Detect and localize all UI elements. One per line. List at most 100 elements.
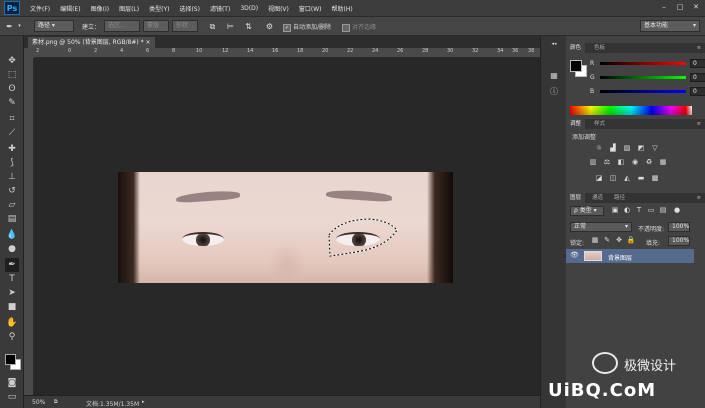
layer-filter-select[interactable]: ρ 类型 ▾	[570, 206, 604, 216]
tab-styles[interactable]: 样式	[590, 119, 609, 129]
make-shape-button[interactable]: 形状	[172, 20, 198, 32]
photo-filter-icon[interactable]: ◉	[630, 158, 640, 167]
path-selection-overlay[interactable]	[118, 172, 453, 283]
blend-mode-select[interactable]: 正常 ▾	[570, 222, 632, 232]
black-white-icon[interactable]: ◧	[616, 158, 626, 167]
status-share-icon[interactable]: ⧉	[54, 399, 58, 405]
marquee-tool-icon[interactable]: ⬚	[5, 68, 19, 82]
opacity-input[interactable]: 100%	[668, 222, 690, 232]
restore-button[interactable]: □	[675, 2, 685, 12]
move-tool-icon[interactable]: ✥	[5, 54, 19, 68]
invert-icon[interactable]: ◪	[594, 174, 604, 183]
path-operations-icon[interactable]: ⧉	[207, 21, 218, 32]
gradient-map-icon[interactable]: ▬	[636, 174, 646, 183]
lock-position-icon[interactable]: ✥	[614, 236, 624, 245]
canvas-area[interactable]	[34, 58, 540, 395]
blue-value-input[interactable]: 0	[690, 87, 705, 96]
fill-input[interactable]: 100%	[668, 236, 690, 246]
filter-smart-object-icon[interactable]: ▤	[658, 206, 668, 215]
quick-mask-icon[interactable]: ◙	[5, 376, 19, 390]
brightness-contrast-icon[interactable]: ☼	[594, 144, 604, 153]
layer-name[interactable]: 背景图层	[608, 253, 632, 262]
auto-add-delete-checkbox[interactable]: ✓ 自动添加/删除	[283, 22, 331, 32]
menu-file[interactable]: 文件(F)	[30, 4, 50, 13]
menu-image[interactable]: 图像(I)	[91, 4, 109, 13]
tab-layers[interactable]: 图层	[566, 193, 586, 203]
channel-mixer-icon[interactable]: ♻	[644, 158, 654, 167]
menu-window[interactable]: 窗口(W)	[299, 4, 322, 13]
horizontal-ruler[interactable]: 2 0 2 4 6 8 10 12 14 16 18 20 22 24 26 2…	[34, 48, 540, 58]
menu-layer[interactable]: 图层(L)	[119, 4, 139, 13]
path-arrangement-icon[interactable]: ⇅	[243, 21, 254, 32]
screen-mode-icon[interactable]: ▭	[5, 390, 19, 404]
filter-type-icon[interactable]: T	[634, 206, 644, 215]
curves-icon[interactable]: ▨	[622, 144, 632, 153]
blue-slider[interactable]	[600, 90, 686, 93]
layer-row-background[interactable]: 👁 背景图层	[566, 249, 694, 263]
filter-toggle-icon[interactable]: ●	[672, 206, 682, 215]
hand-tool-icon[interactable]: ✋	[5, 316, 19, 330]
threshold-icon[interactable]: ◭	[622, 174, 632, 183]
lock-image-icon[interactable]: ✎	[602, 236, 612, 245]
zoom-tool-icon[interactable]: ⚲	[5, 330, 19, 344]
green-slider[interactable]	[600, 76, 686, 79]
vibrance-icon[interactable]: ▽	[650, 144, 660, 153]
color-balance-icon[interactable]: ⚖	[602, 158, 612, 167]
menu-view[interactable]: 视图(V)	[268, 4, 289, 13]
quick-select-tool-icon[interactable]: ✎	[5, 96, 19, 110]
lock-transparent-icon[interactable]: ▦	[590, 236, 600, 245]
selective-color-icon[interactable]: ▩	[650, 174, 660, 183]
align-edges-checkbox[interactable]: 对齐边缘	[342, 22, 376, 32]
history-brush-tool-icon[interactable]: ↺	[5, 184, 19, 198]
foreground-color-swatch[interactable]	[5, 354, 16, 365]
menu-type[interactable]: 类型(Y)	[149, 4, 169, 13]
filter-pixel-icon[interactable]: ▣	[610, 206, 620, 215]
menu-filter[interactable]: 滤镜(T)	[210, 4, 230, 13]
menu-edit[interactable]: 编辑(E)	[60, 4, 80, 13]
zoom-level[interactable]: 50%	[32, 399, 45, 406]
panel-menu-icon[interactable]: ≡	[697, 43, 701, 53]
tab-adjustments[interactable]: 调整	[566, 119, 586, 129]
red-slider[interactable]	[600, 62, 686, 65]
workspace-select[interactable]: 基本功能 ▾	[640, 20, 700, 32]
history-panel-icon[interactable]: ▦	[548, 70, 560, 82]
color-spectrum-bar[interactable]	[570, 106, 692, 115]
lock-all-icon[interactable]: 🔒	[626, 236, 636, 245]
gear-icon[interactable]: ⚙	[264, 21, 275, 32]
close-button[interactable]: ✕	[691, 2, 701, 12]
clone-stamp-tool-icon[interactable]: ⊥	[5, 170, 19, 184]
color-foreground-swatch[interactable]	[570, 60, 582, 72]
healing-brush-tool-icon[interactable]: ✚	[5, 142, 19, 156]
green-value-input[interactable]: 0	[690, 73, 705, 82]
menu-select[interactable]: 选择(S)	[179, 4, 200, 13]
properties-panel-icon[interactable]: ⓘ	[548, 86, 560, 98]
levels-icon[interactable]: ▟	[608, 144, 618, 153]
vertical-ruler[interactable]	[24, 58, 34, 395]
tool-preset-chevron-icon[interactable]: ▾	[14, 21, 25, 32]
eraser-tool-icon[interactable]: ▱	[5, 198, 19, 212]
document-image[interactable]	[118, 172, 453, 283]
tab-color[interactable]: 颜色	[566, 43, 586, 53]
crop-tool-icon[interactable]: ⌗	[5, 112, 19, 126]
exposure-icon[interactable]: ◩	[636, 144, 646, 153]
minimize-button[interactable]: –	[659, 2, 669, 12]
status-menu-arrow-icon[interactable]: ▸	[142, 399, 145, 405]
make-selection-button[interactable]: 选区...	[104, 20, 140, 32]
ruler-origin[interactable]	[24, 48, 34, 58]
path-selection-tool-icon[interactable]: ➤	[5, 286, 19, 300]
dodge-tool-icon[interactable]: ●	[5, 242, 19, 256]
make-mask-button[interactable]: 蒙版	[143, 20, 169, 32]
type-tool-icon[interactable]: T	[5, 272, 19, 286]
rectangle-tool-icon[interactable]: ■	[5, 300, 19, 314]
filter-shape-icon[interactable]: ▭	[646, 206, 656, 215]
brush-tool-icon[interactable]: ⟆	[5, 156, 19, 170]
panel-menu-icon[interactable]: ≡	[697, 119, 701, 129]
path-alignment-icon[interactable]: ⊨	[225, 21, 236, 32]
pen-mode-select[interactable]: 路径 ▾	[34, 20, 74, 32]
tab-swatches[interactable]: 色板	[590, 43, 609, 53]
eyedropper-tool-icon[interactable]: ⟋	[5, 126, 19, 140]
gradient-tool-icon[interactable]: ▤	[5, 212, 19, 226]
hue-saturation-icon[interactable]: ▥	[588, 158, 598, 167]
blur-tool-icon[interactable]: 💧	[5, 228, 19, 242]
tab-paths[interactable]: 路径	[610, 193, 629, 203]
